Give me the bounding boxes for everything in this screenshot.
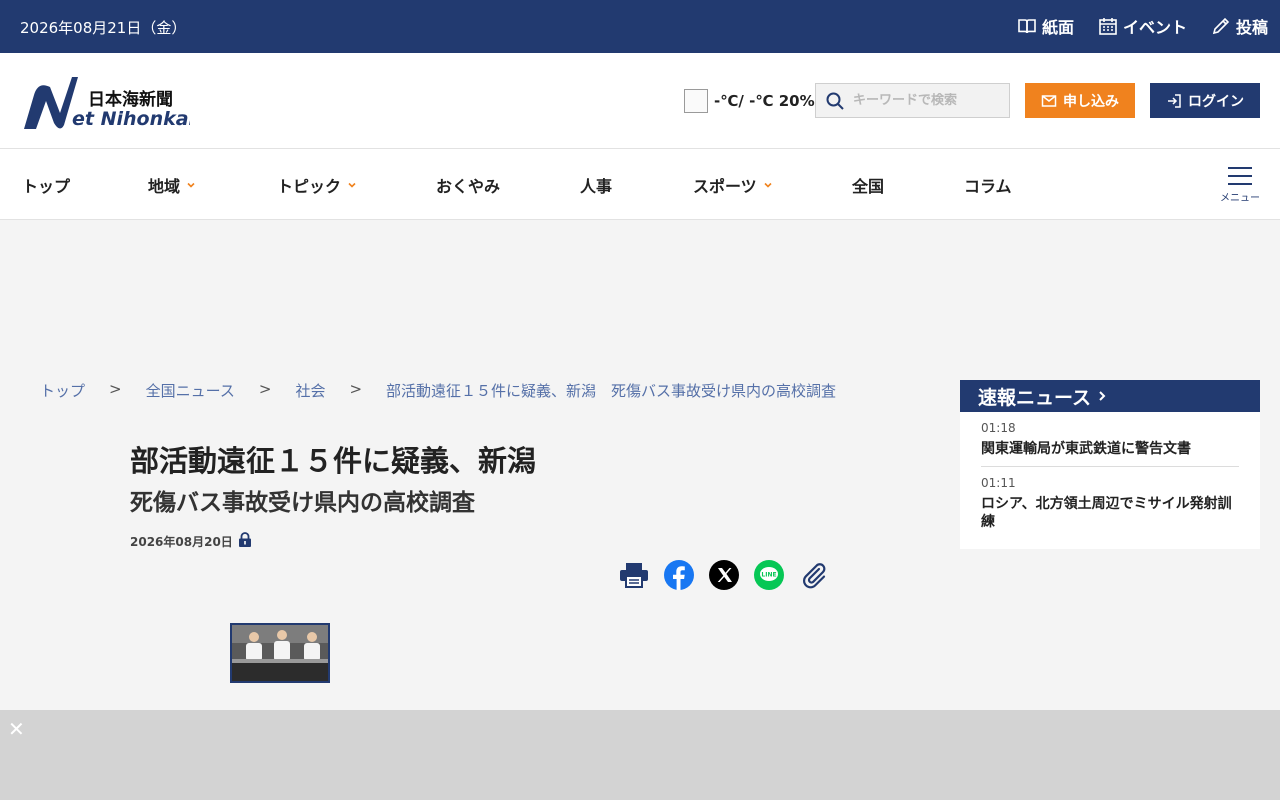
news-title[interactable]: 関東運輸局が東武鉄道に警告文書	[981, 440, 1239, 458]
topbar-link-label: 投稿	[1235, 18, 1268, 37]
topbar-link-post[interactable]: 投稿	[1211, 14, 1268, 38]
breadcrumb-item-current[interactable]: 部活動遠征１５件に疑義、新潟 死傷バス事故受け県内の高校調査	[386, 380, 836, 401]
breaking-news-title: 速報ニュース	[978, 386, 1092, 409]
topbar-link-event[interactable]: イベント	[1098, 14, 1187, 38]
breaking-news-header[interactable]: 速報ニュース	[960, 380, 1260, 412]
nav-item-personnel[interactable]: 人事	[580, 173, 612, 197]
topbar-link-label: 紙面	[1041, 18, 1074, 37]
nav-item-topic[interactable]: トピック	[277, 173, 357, 197]
topbar-link-paper[interactable]: 紙面	[1017, 14, 1074, 38]
nav-item-obituary[interactable]: おくやみ	[436, 173, 500, 197]
nav-item-label: おくやみ	[436, 177, 501, 196]
login-label: ログイン	[1188, 93, 1244, 110]
topbar-link-label: イベント	[1122, 18, 1187, 37]
nav-item-label: トピック	[277, 177, 342, 196]
site-header: 日本海新聞 et Nihonkai -℃/ -℃ 20% 申し込み ログイン	[0, 53, 1280, 149]
nav-item-sports[interactable]: スポーツ	[693, 173, 773, 197]
book-icon	[1018, 19, 1036, 34]
menu-button[interactable]: メニュー	[1220, 167, 1260, 204]
print-icon	[620, 563, 648, 588]
print-button[interactable]	[619, 560, 649, 590]
breaking-news-panel: 速報ニュース 01:18 関東運輸局が東武鉄道に警告文書 01:11 ロシア、北…	[960, 380, 1260, 549]
news-list-item[interactable]: 01:18 関東運輸局が東武鉄道に警告文書	[981, 412, 1239, 467]
weather-icon	[684, 89, 708, 113]
pen-icon	[1212, 17, 1230, 35]
breadcrumb-separator: >	[258, 380, 272, 398]
link-icon	[803, 563, 826, 589]
news-list-item[interactable]: 01:11 ロシア、北方領土周辺でミサイル発射訓練	[981, 467, 1239, 539]
article-subheadline: 死傷バス事故受け県内の高校調査	[130, 490, 475, 516]
nav-item-label: 全国	[852, 177, 885, 196]
lock-icon	[239, 532, 251, 547]
search-input[interactable]	[853, 93, 1003, 108]
news-title[interactable]: ロシア、北方領土周辺でミサイル発射訓練	[981, 495, 1239, 531]
subscribe-label: 申し込み	[1063, 93, 1119, 110]
bottom-ad-overlay: ✕	[0, 710, 1280, 800]
nav-item-top[interactable]: トップ	[22, 173, 70, 197]
line-share-button[interactable]: LINE	[754, 560, 784, 590]
weather-text: -℃/ -℃ 20%	[714, 92, 815, 110]
breadcrumb-separator: >	[349, 380, 363, 398]
calendar-icon	[1099, 18, 1117, 35]
press-conference-photo	[232, 625, 328, 681]
nav-item-region[interactable]: 地域	[148, 173, 196, 197]
nav-item-national[interactable]: 全国	[852, 173, 884, 197]
breadcrumb: トップ > 全国ニュース > 社会 > 部活動遠征１５件に疑義、新潟 死傷バス事…	[40, 380, 836, 401]
news-time: 01:11	[981, 476, 1016, 490]
article-photo-thumbnail[interactable]	[230, 623, 330, 683]
nav-item-label: トップ	[22, 177, 71, 196]
chevron-right-icon	[1099, 391, 1106, 401]
nav-item-label: スポーツ	[693, 177, 757, 196]
share-buttons: LINE	[619, 560, 829, 590]
facebook-icon	[664, 560, 694, 590]
search-icon[interactable]	[825, 91, 845, 111]
nav-item-label: コラム	[964, 177, 1012, 196]
svg-text:LINE: LINE	[761, 572, 776, 579]
nav-item-label: 地域	[148, 177, 181, 196]
nav-item-label: 人事	[580, 177, 613, 196]
article-date: 2026年08月20日	[130, 535, 233, 549]
svg-text:et Nihonkai: et Nihonkai	[72, 108, 190, 130]
login-button[interactable]: ログイン	[1150, 83, 1260, 118]
current-date: 2026年08月21日（金）	[20, 19, 187, 37]
main-nav: トップ 地域 トピック おくやみ 人事 スポーツ 全国 コラム メニュー	[0, 149, 1280, 220]
close-icon[interactable]: ✕	[8, 717, 25, 741]
login-icon	[1168, 93, 1181, 108]
chevron-down-icon	[764, 182, 772, 188]
news-time: 01:18	[981, 421, 1016, 435]
hamburger-icon	[1220, 167, 1260, 185]
nav-item-column[interactable]: コラム	[964, 173, 1012, 197]
x-icon	[709, 560, 739, 590]
breadcrumb-separator: >	[109, 380, 122, 398]
breadcrumb-item-national[interactable]: 全国ニュース	[146, 380, 235, 401]
weather-widget: -℃/ -℃ 20%	[684, 89, 815, 113]
breadcrumb-item-society[interactable]: 社会	[295, 380, 325, 401]
facebook-share-button[interactable]	[664, 560, 694, 590]
copy-link-button[interactable]	[799, 560, 829, 590]
mail-icon	[1041, 94, 1057, 107]
svg-text:日本海新聞: 日本海新聞	[88, 89, 173, 110]
chevron-down-icon	[187, 182, 195, 188]
breadcrumb-item-top[interactable]: トップ	[40, 380, 85, 401]
article-headline: 部活動遠征１５件に疑義、新潟	[130, 444, 537, 478]
line-icon: LINE	[754, 560, 784, 590]
search-box	[815, 83, 1010, 118]
chevron-down-icon	[348, 182, 356, 188]
subscribe-button[interactable]: 申し込み	[1025, 83, 1135, 118]
top-bar: 2026年08月21日（金） 紙面 イベント 投稿	[0, 0, 1280, 53]
menu-label: メニュー	[1220, 193, 1260, 204]
x-share-button[interactable]	[709, 560, 739, 590]
site-logo[interactable]: 日本海新聞 et Nihonkai	[20, 73, 190, 131]
